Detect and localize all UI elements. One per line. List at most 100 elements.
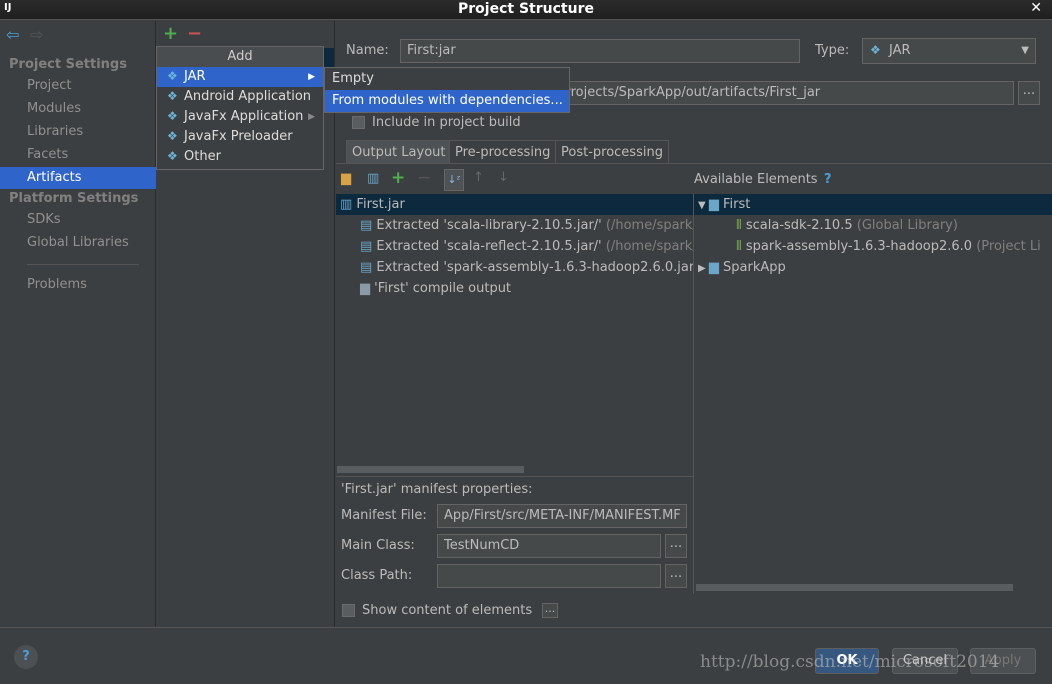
remove-element-icon[interactable]: −: [417, 168, 431, 188]
browse-output-button[interactable]: ...: [1018, 81, 1040, 105]
include-in-build-label: Include in project build: [372, 115, 521, 130]
help-icon[interactable]: ?: [824, 172, 832, 187]
main-class-input[interactable]: TestNumCD: [437, 534, 661, 558]
jar-submenu: Empty From modules with dependencies...: [324, 67, 570, 113]
name-input[interactable]: First:jar: [400, 39, 800, 63]
move-down-icon[interactable]: ↓: [498, 170, 509, 185]
library-icon: ⦀: [736, 239, 746, 254]
divider: [336, 476, 693, 477]
type-label: Type:: [815, 43, 850, 58]
folder-icon: ▆: [360, 281, 375, 296]
menu-item-android-application[interactable]: ❖ Android Application: [157, 87, 323, 107]
title-bar: IJ Project Structure ✕: [0, 0, 1052, 20]
tree-row[interactable]: ▤ Extracted 'spark-assembly-1.6.3-hadoop…: [336, 257, 693, 278]
watermark: http://blog.csdn.net/microsoft2014: [700, 652, 1000, 672]
menu-item-javafx-preloader[interactable]: ❖ JavaFx Preloader: [157, 127, 323, 147]
browse-main-class-button[interactable]: ...: [665, 534, 687, 558]
show-content-checkbox[interactable]: [342, 604, 355, 617]
manifest-file-label: Manifest File:: [341, 508, 427, 523]
add-icon[interactable]: +: [163, 23, 178, 44]
jar-icon: ❖: [870, 43, 881, 57]
chevron-down-icon: ▼: [1021, 45, 1029, 56]
include-in-build-checkbox[interactable]: [352, 116, 365, 129]
selected-artifact-stub: [324, 48, 334, 68]
tab-pre-processing[interactable]: Pre-processing: [449, 140, 557, 164]
tree-row[interactable]: ▶ ▆ SparkApp: [694, 257, 1052, 278]
menu-item-javafx-application[interactable]: ❖ JavaFx Application ▶: [157, 107, 323, 127]
tree-row[interactable]: ⦀ spark-assembly-1.6.3-hadoop2.6.0 (Proj…: [694, 236, 1052, 257]
sidebar-item-artifacts[interactable]: Artifacts: [0, 167, 156, 189]
available-elements-tree[interactable]: ▼ ▆ First ⦀ scala-sdk-2.10.5 (Global Lib…: [694, 194, 1052, 294]
sidebar-item-project[interactable]: Project: [0, 75, 156, 97]
class-path-label: Class Path:: [341, 568, 413, 583]
extracted-icon: ▤: [360, 260, 377, 275]
archive-icon[interactable]: ▥: [367, 171, 379, 186]
sidebar: ⇦ ⇨ Project Settings Project Modules Lib…: [0, 21, 156, 627]
tree-row[interactable]: ▥ First.jar: [336, 194, 693, 215]
section-project-settings: Project Settings: [9, 57, 127, 72]
back-arrow-icon[interactable]: ⇦: [6, 25, 19, 44]
manifest-title: 'First.jar' manifest properties:: [341, 482, 533, 497]
extracted-icon: ▤: [360, 218, 377, 233]
tab-post-processing[interactable]: Post-processing: [555, 140, 669, 164]
new-folder-icon[interactable]: ▆: [341, 171, 351, 186]
submenu-arrow-icon: ▶: [308, 72, 315, 82]
collapse-arrow-icon: ▶: [698, 263, 709, 274]
type-select[interactable]: ❖ JAR ▼: [862, 38, 1036, 64]
artifact-icon: ❖: [167, 129, 178, 143]
window-title: Project Structure: [458, 1, 594, 17]
add-element-icon[interactable]: +: [391, 168, 405, 188]
add-popup-title: Add: [157, 47, 323, 67]
output-directory-input[interactable]: eaProjects/SparkApp/out/artifacts/First_…: [540, 81, 1014, 105]
move-up-icon[interactable]: ↑: [473, 170, 484, 185]
main-class-label: Main Class:: [341, 538, 415, 553]
tree-row[interactable]: ▆ 'First' compile output: [336, 278, 693, 299]
sidebar-item-modules[interactable]: Modules: [0, 98, 156, 120]
sidebar-item-sdks[interactable]: SDKs: [0, 209, 156, 231]
artifact-icon: ❖: [167, 149, 178, 163]
menu-item-from-modules[interactable]: From modules with dependencies...: [325, 90, 569, 112]
sidebar-item-libraries[interactable]: Libraries: [0, 121, 156, 143]
horizontal-scrollbar-available[interactable]: [696, 584, 1013, 591]
sort-icon[interactable]: ↓ᶻ: [444, 169, 464, 191]
artifact-icon: ❖: [167, 109, 178, 123]
show-content-label: Show content of elements: [362, 603, 533, 618]
divider: [27, 264, 139, 265]
tree-row[interactable]: ▤ Extracted 'scala-library-2.10.5.jar/' …: [336, 215, 693, 236]
horizontal-scrollbar[interactable]: [337, 466, 524, 473]
app-logo: IJ: [4, 2, 12, 13]
help-button[interactable]: ?: [14, 645, 38, 669]
artifact-icon: ❖: [167, 89, 178, 103]
show-content-options-button[interactable]: ...: [542, 603, 558, 618]
menu-item-empty[interactable]: Empty: [325, 68, 569, 90]
footer-divider: [0, 627, 1052, 628]
library-icon: ⦀: [736, 218, 746, 233]
tree-row[interactable]: ⦀ scala-sdk-2.10.5 (Global Library): [694, 215, 1052, 236]
tree-row[interactable]: ▤ Extracted 'scala-reflect-2.10.5.jar/' …: [336, 236, 693, 257]
remove-icon[interactable]: −: [187, 23, 202, 44]
submenu-arrow-icon: ▶: [308, 112, 315, 122]
add-popup-menu: Add ❖ JAR ▶ ❖ Android Application ❖ JavaFx A…: [156, 46, 324, 170]
sidebar-item-problems[interactable]: Problems: [0, 274, 156, 296]
output-layout-tree[interactable]: ▥ First.jar ▤ Extracted 'scala-library-2…: [336, 194, 693, 476]
menu-item-other[interactable]: ❖ Other: [157, 147, 323, 167]
class-path-input[interactable]: [437, 564, 661, 588]
module-icon: ▆: [708, 197, 724, 212]
manifest-file-input[interactable]: App/First/src/META-INF/MANIFEST.MF: [437, 504, 687, 528]
archive-icon: ▥: [340, 197, 357, 212]
sidebar-item-global-libraries[interactable]: Global Libraries: [0, 232, 156, 254]
browse-class-path-button[interactable]: ...: [665, 564, 687, 588]
sidebar-item-facets[interactable]: Facets: [0, 144, 156, 166]
jar-icon: ❖: [167, 69, 178, 83]
type-value: JAR: [889, 43, 911, 58]
module-icon: ▆: [708, 260, 724, 275]
tab-output-layout[interactable]: Output Layout: [346, 140, 452, 164]
extracted-icon: ▤: [360, 239, 377, 254]
close-icon[interactable]: ✕: [1030, 0, 1042, 16]
section-platform-settings: Platform Settings: [9, 191, 139, 206]
name-label: Name:: [346, 43, 389, 58]
available-elements-label: Available Elements: [694, 172, 818, 187]
menu-item-jar[interactable]: ❖ JAR ▶: [157, 67, 323, 87]
tree-row[interactable]: ▼ ▆ First: [694, 194, 1052, 215]
forward-arrow-icon[interactable]: ⇨: [30, 25, 43, 44]
